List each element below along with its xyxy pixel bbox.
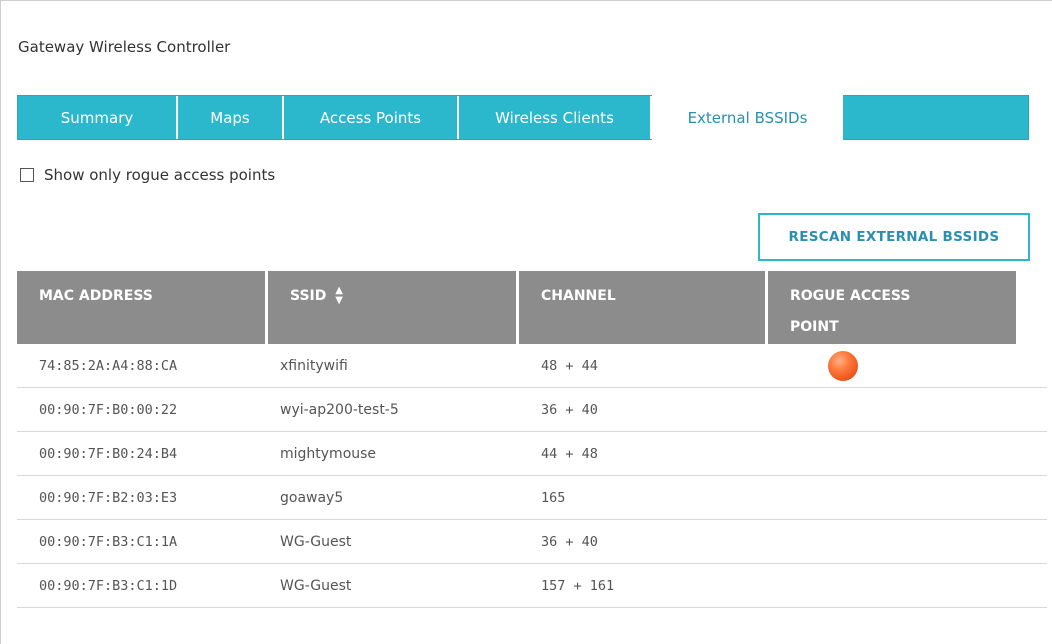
table-header: MAC ADDRESS SSID ▲ ▼ CHANNEL ROGUE ACCESS… bbox=[17, 271, 1047, 344]
table-row: 00:90:7F:B2:03:E3 goaway5 165 bbox=[17, 476, 1047, 520]
rogue-only-checkbox[interactable] bbox=[20, 168, 34, 182]
column-header-mac: MAC ADDRESS bbox=[17, 271, 265, 344]
cell-channel: 165 bbox=[541, 490, 566, 506]
cell-channel: 44 + 48 bbox=[541, 446, 598, 462]
rogue-filter: Show only rogue access points bbox=[20, 166, 275, 184]
tab-access-points[interactable]: Access Points bbox=[284, 96, 459, 139]
sort-updown-icon[interactable]: ▲ ▼ bbox=[335, 286, 343, 306]
cell-mac: 00:90:7F:B2:03:E3 bbox=[39, 490, 178, 506]
cell-mac: 74:85:2A:A4:88:CA bbox=[39, 358, 178, 374]
cell-ssid: goaway5 bbox=[280, 490, 344, 506]
rogue-only-label[interactable]: Show only rogue access points bbox=[44, 166, 275, 184]
tab-maps[interactable]: Maps bbox=[178, 96, 284, 139]
column-header-rogue-label: ROGUE ACCESS POINT bbox=[790, 288, 911, 335]
rescan-external-bssids-button[interactable]: RESCAN EXTERNAL BSSIDS bbox=[758, 213, 1030, 261]
frame-top-border bbox=[0, 0, 1052, 1]
cell-ssid: wyi-ap200-test-5 bbox=[280, 402, 399, 418]
column-header-mac-label: MAC ADDRESS bbox=[39, 288, 153, 304]
cell-mac: 00:90:7F:B3:C1:1D bbox=[39, 578, 178, 594]
table-row: 00:90:7F:B0:24:B4 mightymouse 44 + 48 bbox=[17, 432, 1047, 476]
cell-channel: 157 + 161 bbox=[541, 578, 615, 594]
cell-mac: 00:90:7F:B0:00:22 bbox=[39, 402, 178, 418]
page-title: Gateway Wireless Controller bbox=[18, 38, 231, 56]
column-header-ssid-label: SSID bbox=[290, 288, 327, 304]
tab-summary[interactable]: Summary bbox=[18, 96, 178, 139]
cell-mac: 00:90:7F:B3:C1:1A bbox=[39, 534, 178, 550]
cell-ssid: xfinitywifi bbox=[280, 358, 348, 374]
table-row: 00:90:7F:B0:00:22 wyi-ap200-test-5 36 + … bbox=[17, 388, 1047, 432]
rogue-indicator-icon bbox=[828, 351, 858, 381]
cell-channel: 48 + 44 bbox=[541, 358, 598, 374]
frame-left-border bbox=[0, 0, 1, 644]
cell-channel: 36 + 40 bbox=[541, 534, 598, 550]
column-header-ssid[interactable]: SSID ▲ ▼ bbox=[268, 271, 516, 344]
tab-bar: Summary Maps Access Points Wireless Clie… bbox=[17, 95, 1029, 140]
cell-ssid: WG-Guest bbox=[280, 578, 352, 594]
cell-ssid: WG-Guest bbox=[280, 534, 352, 550]
cell-channel: 36 + 40 bbox=[541, 402, 598, 418]
tab-wireless-clients[interactable]: Wireless Clients bbox=[459, 96, 652, 139]
cell-ssid: mightymouse bbox=[280, 446, 377, 462]
column-header-channel-label: CHANNEL bbox=[541, 288, 616, 304]
column-header-rogue: ROGUE ACCESS POINT bbox=[768, 271, 1016, 344]
cell-mac: 00:90:7F:B0:24:B4 bbox=[39, 446, 178, 462]
table-row: 00:90:7F:B3:C1:1D WG-Guest 157 + 161 bbox=[17, 564, 1047, 608]
table-row: 00:90:7F:B3:C1:1A WG-Guest 36 + 40 bbox=[17, 520, 1047, 564]
tab-external-bssids[interactable]: External BSSIDs bbox=[652, 95, 844, 140]
table-row: 74:85:2A:A4:88:CA xfinitywifi 48 + 44 bbox=[17, 344, 1047, 388]
external-bssids-table: MAC ADDRESS SSID ▲ ▼ CHANNEL ROGUE ACCESS… bbox=[17, 271, 1047, 608]
column-header-channel: CHANNEL bbox=[519, 271, 765, 344]
